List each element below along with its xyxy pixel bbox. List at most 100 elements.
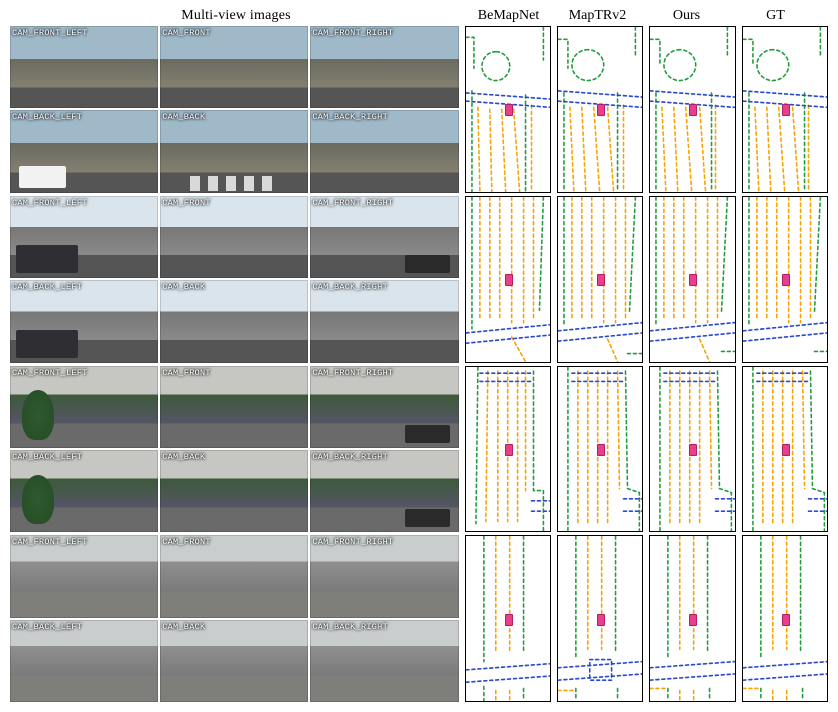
result-row: CAM_FRONT_LEFTCAM_FRONTCAM_FRONT_RIGHTCA… [10,366,828,533]
ego-vehicle-icon [597,614,605,626]
camera-label: CAM_BACK_LEFT [12,622,82,632]
boundary-polyline [650,39,660,66]
divider-polyline [608,339,618,362]
truck-shape [16,245,78,273]
map-cell-gt [742,366,828,533]
camera-tile-back-right: CAM_BACK_RIGHT [310,110,458,192]
camera-label: CAM_BACK_LEFT [12,452,82,462]
ego-vehicle-icon [597,444,605,456]
camera-label: CAM_FRONT [162,198,211,208]
ped-crossing-polyline [743,333,827,341]
boundary-polyline [743,39,753,66]
ped-crossing-polyline [650,333,734,341]
camera-label: CAM_BACK [162,112,205,122]
map-cell-bemapnet [465,26,551,193]
divider-polyline [792,107,798,191]
camera-label: CAM_FRONT_LEFT [12,28,88,38]
map-cell-bemapnet [465,535,551,702]
camera-tile-front: CAM_FRONT [160,196,308,278]
ped-crossing-polyline [466,664,550,670]
divider-polyline [511,337,525,362]
camera-tile-front-right: CAM_FRONT_RIGHT [310,535,458,617]
camera-label: CAM_BACK [162,452,205,462]
map-cell-maptrv2 [557,535,643,702]
car-shape [405,425,449,443]
divider-polyline [570,107,574,191]
camera-label: CAM_BACK [162,622,205,632]
camera-tile-back: CAM_BACK [160,280,308,362]
camera-tile-front-right: CAM_FRONT_RIGHT [310,26,458,108]
ego-vehicle-icon [689,614,697,626]
map-cell-ours [649,196,735,363]
boundary-polyline [539,197,543,310]
camera-tile-back-left: CAM_BACK_LEFT [10,450,158,532]
camera-label: CAM_BACK_RIGHT [312,622,388,632]
ped-crossing-polyline [743,322,827,330]
map-cell-gt [742,26,828,193]
boundary-polyline [722,197,728,312]
map-cell-maptrv2 [557,366,643,533]
camera-label: CAM_BACK_RIGHT [312,282,388,292]
ped-crossing-polyline [743,91,827,97]
camera-tile-back: CAM_BACK [160,450,308,532]
camera-tile-back-left: CAM_BACK_LEFT [10,620,158,702]
header-method-4: GT [733,8,818,24]
camera-tile-front: CAM_FRONT [160,366,308,448]
ped-crossing-polyline [466,93,550,99]
ped-crossing-polyline [743,674,827,680]
ego-vehicle-icon [689,274,697,286]
map-cell-bemapnet [465,196,551,363]
ego-vehicle-icon [505,274,513,286]
camera-tile-front: CAM_FRONT [160,535,308,617]
boundary-polyline [482,52,510,81]
car-shape [405,255,449,273]
ped-crossing-polyline [650,322,734,330]
multiview-grid: CAM_FRONT_LEFT CAM_FRONT CAM_FRONT_RIGHT CA… [10,535,459,702]
ped-crossing-polyline [743,662,827,668]
van-shape [19,166,66,187]
cross-shape [190,176,279,191]
boundary-polyline [625,371,639,532]
divider-polyline [513,109,519,191]
camera-label: CAM_BACK_RIGHT [312,112,388,122]
ped-crossing-polyline [650,91,734,97]
multiview-grid: CAM_FRONT_LEFT CAM_FRONT CAM_FRONT_RIGHT CA… [10,196,459,363]
ped-crossing-polyline [558,662,642,668]
camera-label: CAM_FRONT [162,28,211,38]
divider-polyline [778,107,784,191]
map-cell-ours [649,26,735,193]
camera-tile-back-left: CAM_BACK_LEFT [10,280,158,362]
camera-tile-back-right: CAM_BACK_RIGHT [310,620,458,702]
camera-label: CAM_FRONT_RIGHT [312,537,393,547]
boundary-polyline [558,39,568,68]
car-shape [405,509,449,527]
ego-vehicle-icon [689,444,697,456]
map-cell-gt [742,196,828,363]
result-row: CAM_FRONT_LEFT CAM_FRONT CAM_FRONT_RIGHT CA… [10,26,828,193]
column-header-row: Multi-view images BeMapNet MapTRv2 Ours … [10,4,828,26]
ego-vehicle-icon [689,104,697,116]
ped-crossing-polyline [558,91,642,97]
boundary-polyline [466,37,474,68]
camera-label: CAM_FRONT_LEFT [12,198,88,208]
truck-shape [16,330,78,358]
ego-vehicle-icon [782,614,790,626]
divider-polyline [710,371,712,488]
camera-tile-back-left: CAM_BACK_LEFT [10,110,158,192]
ped-crossing-polyline [558,322,642,330]
ego-vehicle-icon [505,614,513,626]
map-cell-gt [742,535,828,702]
camera-label: CAM_BACK_LEFT [12,112,82,122]
map-cell-maptrv2 [557,196,643,363]
tree-shape [22,390,55,439]
camera-tile-front-left: CAM_FRONT_LEFT [10,196,158,278]
boundary-polyline [533,371,543,532]
multiview-grid: CAM_FRONT_LEFT CAM_FRONT CAM_FRONT_RIGHT CA… [10,26,459,193]
qualitative-comparison-figure: Multi-view images BeMapNet MapTRv2 Ours … [0,0,838,712]
camera-tile-front: CAM_FRONT [160,26,308,108]
camera-label: CAM_FRONT_RIGHT [312,198,393,208]
divider-polyline [766,107,770,191]
camera-label: CAM_BACK_RIGHT [312,452,388,462]
camera-label: CAM_FRONT_LEFT [12,537,88,547]
tree-shape [22,475,55,524]
